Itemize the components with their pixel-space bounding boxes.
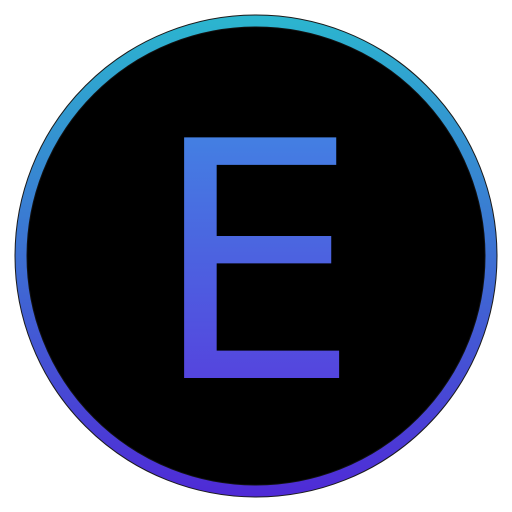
e-logo-icon: E: [14, 14, 498, 498]
app-icon: E: [0, 0, 512, 512]
logo-letter: E: [152, 72, 361, 456]
